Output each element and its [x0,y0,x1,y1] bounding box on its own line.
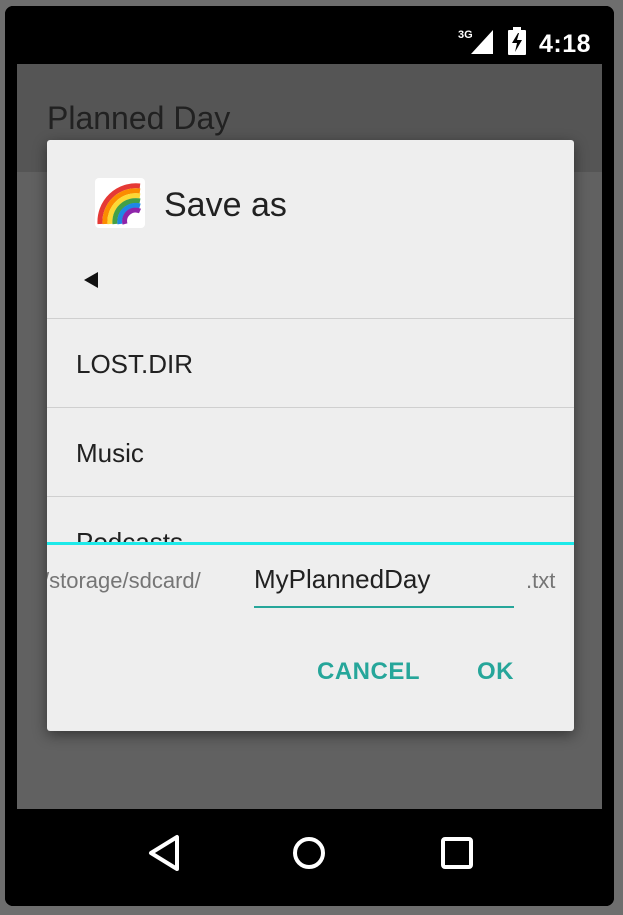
extension-suffix: .txt [526,568,556,593]
back-arrow-icon[interactable] [80,268,104,292]
cancel-button[interactable]: CANCEL [311,650,426,694]
save-as-dialog: Save as LOST.DIR Music Podcasts /storage… [47,140,574,731]
signal-3g-icon: 3G [458,29,493,54]
status-clock: 4:18 [539,30,592,58]
status-bar: 3G 4:18 [5,6,614,66]
dialog-title: Save as [164,186,287,224]
device-frame: 3G 4:18 Planned Day Save as LOST.DIR Mus… [5,6,614,906]
file-list[interactable]: LOST.DIR Music Podcasts [47,318,574,543]
overscroll-edge-glow [47,542,574,545]
list-item[interactable]: LOST.DIR [47,318,574,407]
file-name: Music [76,438,144,468]
nav-home-icon[interactable] [287,831,331,875]
nav-recents-icon[interactable] [435,831,479,875]
path-prefix: /storage/sdcard/ [47,568,201,593]
file-name: LOST.DIR [76,349,194,379]
list-item[interactable]: Podcasts [47,496,574,543]
ok-button[interactable]: OK [471,650,520,694]
filename-input[interactable] [254,552,514,608]
battery-charging-icon [508,27,526,55]
app-title: Planned Day [47,100,231,136]
navigation-bar [5,809,614,906]
nav-back-icon[interactable] [143,831,187,875]
rainbow-icon [95,178,145,228]
file-name: Podcasts [76,527,183,543]
list-item[interactable]: Music [47,407,574,496]
network-type-label: 3G [458,29,473,41]
